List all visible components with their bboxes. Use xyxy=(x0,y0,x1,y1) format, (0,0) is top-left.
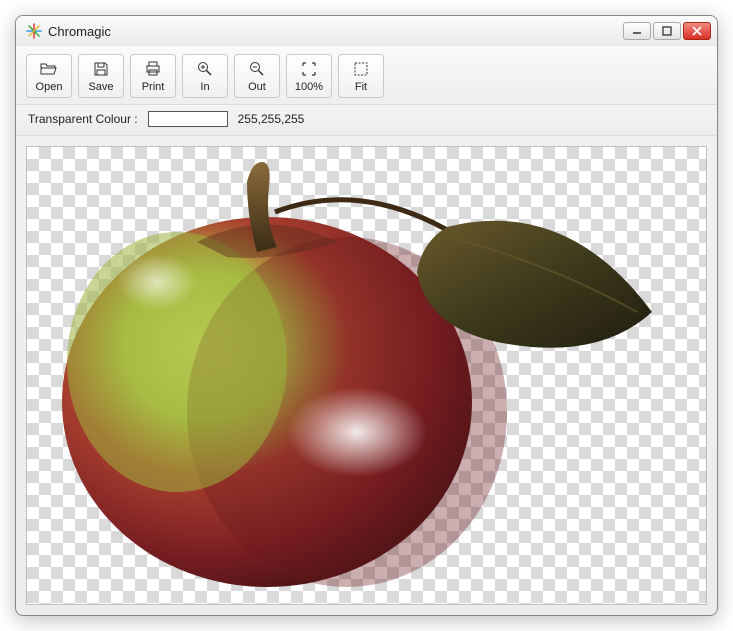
minimize-icon xyxy=(632,26,642,36)
zoom-in-icon xyxy=(197,60,213,78)
transparent-label: Transparent Colour : xyxy=(28,112,138,126)
maximize-button[interactable] xyxy=(653,22,681,40)
minimize-button[interactable] xyxy=(623,22,651,40)
fit-button[interactable]: Fit xyxy=(338,54,384,98)
save-icon xyxy=(93,60,109,78)
transparent-colour-bar: Transparent Colour : 255,255,255 xyxy=(16,105,717,136)
open-button[interactable]: Open xyxy=(26,54,72,98)
window-controls xyxy=(623,22,711,40)
zoom-in-button[interactable]: In xyxy=(182,54,228,98)
canvas-image xyxy=(47,152,667,592)
zoom-100-label: 100% xyxy=(295,81,323,93)
zoom-out-label: Out xyxy=(248,81,266,93)
print-button[interactable]: Print xyxy=(130,54,176,98)
zoom-out-icon xyxy=(249,60,265,78)
open-label: Open xyxy=(36,81,63,93)
folder-open-icon xyxy=(40,60,58,78)
zoom-actual-icon xyxy=(301,60,317,78)
titlebar: Chromagic xyxy=(16,16,717,46)
app-icon xyxy=(26,23,42,39)
app-title: Chromagic xyxy=(48,24,111,39)
save-label: Save xyxy=(88,81,113,93)
zoom-100-button[interactable]: 100% xyxy=(286,54,332,98)
fit-label: Fit xyxy=(355,81,367,93)
close-button[interactable] xyxy=(683,22,711,40)
zoom-out-button[interactable]: Out xyxy=(234,54,280,98)
maximize-icon xyxy=(662,26,672,36)
fit-icon xyxy=(353,60,369,78)
save-button[interactable]: Save xyxy=(78,54,124,98)
close-icon xyxy=(692,26,702,36)
toolbar: Open Save Print In Out xyxy=(16,46,717,105)
print-label: Print xyxy=(142,81,165,93)
print-icon xyxy=(145,60,161,78)
zoom-in-label: In xyxy=(200,81,209,93)
transparent-value: 255,255,255 xyxy=(238,112,305,126)
transparent-colour-swatch[interactable] xyxy=(148,111,228,127)
canvas[interactable] xyxy=(26,146,707,605)
app-window: Chromagic Open Save xyxy=(15,15,718,616)
